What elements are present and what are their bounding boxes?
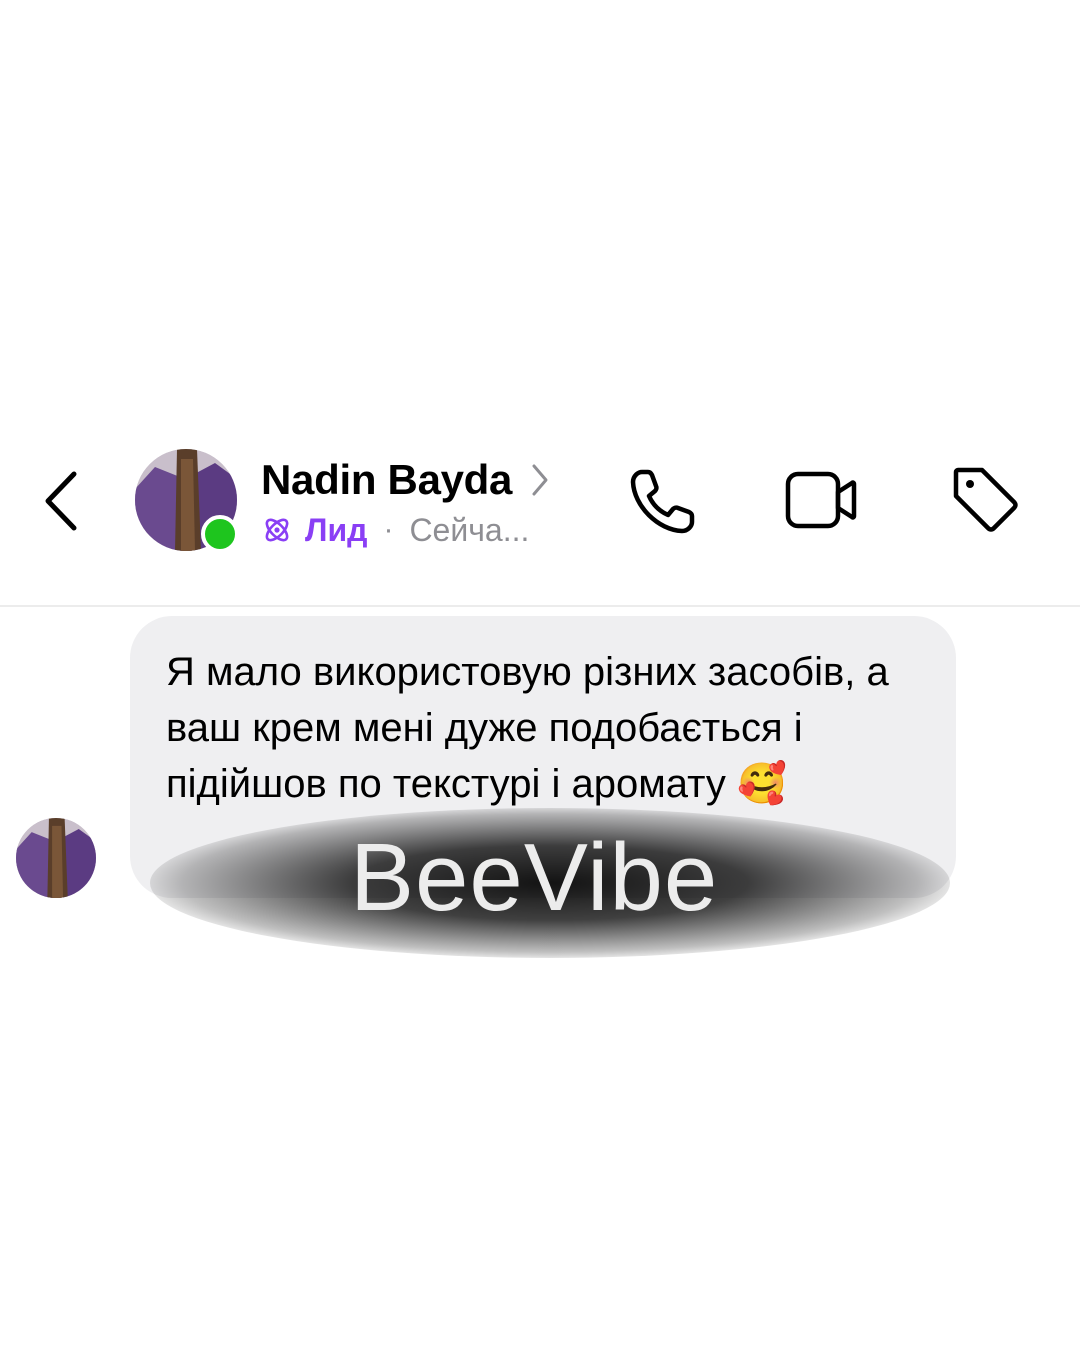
message-sender-avatar[interactable]: [16, 818, 96, 898]
activity-status: Сейча...: [409, 511, 530, 548]
call-button[interactable]: [628, 466, 698, 536]
chevron-right-icon: [532, 464, 548, 496]
watermark-logo: BeeVibe: [350, 824, 719, 931]
back-button[interactable]: [38, 470, 86, 532]
chevron-left-icon: [45, 471, 77, 531]
chat-screen: Nadin Bayda Лид · Сейча... Я мало викори…: [0, 0, 1080, 1350]
contact-avatar[interactable]: [135, 449, 239, 553]
contact-name-row[interactable]: Nadin Bayda: [261, 452, 550, 508]
lead-label[interactable]: Лид: [305, 512, 367, 549]
tag-button[interactable]: [948, 462, 1020, 534]
phone-icon: [630, 469, 695, 534]
video-call-button[interactable]: [784, 466, 858, 534]
atom-icon: [265, 518, 289, 542]
header-divider: [0, 605, 1080, 607]
message-text: Я мало використовую різних засобів, а ва…: [166, 650, 889, 806]
tag-icon: [953, 467, 1018, 532]
online-status-dot: [201, 515, 239, 553]
separator-dot: ·: [383, 513, 394, 546]
contact-name: Nadin Bayda: [261, 456, 513, 503]
video-camera-icon: [785, 471, 857, 529]
contact-status-row: Лид · Сейча...: [261, 508, 529, 552]
